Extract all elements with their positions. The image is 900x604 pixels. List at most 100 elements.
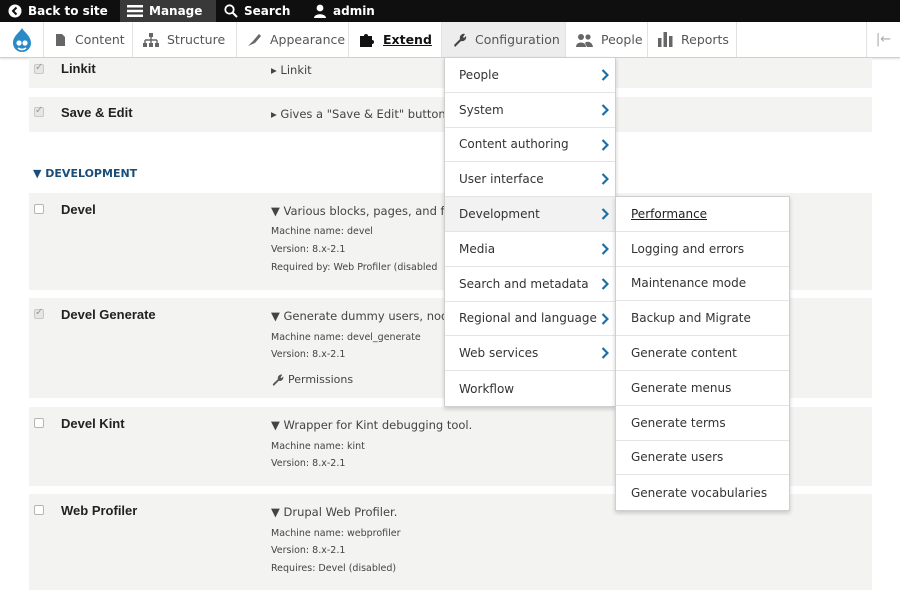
chevron-right-icon [601,69,609,81]
dev-menu-item[interactable]: Generate content [616,336,789,371]
dev-menu-item[interactable]: Generate users [616,441,789,476]
tray-extend[interactable]: Extend [349,22,442,57]
chevron-right-icon [601,173,609,186]
tray-extend-label: Extend [383,32,432,47]
tray-people[interactable]: People [566,22,648,57]
menu-item-label: People [459,67,499,82]
search-icon [224,4,238,18]
chevron-right-icon [601,312,609,325]
tray-content[interactable]: Content [44,22,133,57]
manage-tray: Content Structure Appearance Extend Conf… [0,22,900,58]
module-description-toggle[interactable]: ▼ Various blocks, pages, and fu [271,204,452,218]
dev-menu-item[interactable]: Logging and errors [616,232,789,267]
menu-item-label: Maintenance mode [631,276,747,291]
menu-icon [127,5,143,17]
menu-item-label: Performance [631,206,708,221]
package-group-toggle[interactable]: ▼ DEVELOPMENT [33,167,137,180]
manage-tab[interactable]: Manage [120,0,216,22]
module-name: Devel Kint [61,416,125,431]
machine-name: Machine name: webprofiler [271,528,401,539]
tray-collapse-button[interactable]: |← [866,22,900,57]
module-checkbox[interactable] [34,105,44,117]
config-menu-item[interactable]: Workflow [445,371,615,406]
permissions-link[interactable]: Permissions [271,373,353,386]
config-menu-item[interactable]: Web services [445,336,615,372]
machine-name: Machine name: devel [271,226,373,237]
menu-item-label: Content authoring [459,137,569,152]
collapse-arrow-icon: |← [875,32,892,47]
chevron-right-icon [601,243,609,255]
dev-menu-item[interactable]: Generate vocabularies [616,475,789,510]
menu-item-label: Media [459,241,496,256]
chevron-right-icon [601,104,609,116]
module-requires: Requires: Devel (disabled) [271,563,397,574]
menu-item-label: Generate vocabularies [631,485,768,500]
dev-menu-item-performance[interactable]: Performance [616,197,789,232]
people-icon [576,33,593,47]
module-description-toggle[interactable]: ▸ Linkit [271,63,312,77]
menu-item-label: System [459,102,504,117]
module-version: Version: 8.x-2.1 [271,458,346,469]
tray-reports[interactable]: Reports [648,22,737,57]
tray-structure-label: Structure [167,32,226,47]
config-menu-item[interactable]: Search and metadata [445,267,615,302]
back-to-site-label: Back to site [28,4,108,18]
chevron-right-icon [601,347,609,360]
menu-item-label: Logging and errors [631,241,745,256]
module-checkbox[interactable] [34,505,44,515]
menu-item-label: Regional and language [459,311,597,326]
module-description-toggle[interactable]: ▼ Wrapper for Kint debugging tool. [271,418,472,432]
module-name: Web Profiler [61,503,138,518]
config-menu-item[interactable]: Media [445,232,615,267]
module-required-by: Required by: Web Profiler (disabled [271,262,438,273]
menu-item-label: Generate content [631,346,737,361]
drupal-logo[interactable] [0,22,44,57]
tray-structure[interactable]: Structure [133,22,237,57]
module-name: Linkit [61,61,96,76]
tray-reports-label: Reports [681,32,729,47]
config-menu-item-development[interactable]: Development [445,197,615,232]
tray-people-label: People [601,32,643,47]
dev-menu-item[interactable]: Generate terms [616,406,789,441]
machine-name: Machine name: kint [271,441,365,452]
module-checkbox[interactable] [34,62,44,74]
menu-item-label: Backup and Migrate [631,311,751,326]
sitemap-icon [143,32,159,47]
tray-appearance-label: Appearance [270,32,346,47]
chevron-right-icon [601,208,609,220]
dev-menu-item[interactable]: Backup and Migrate [616,301,789,337]
user-tab[interactable]: admin [313,0,375,22]
menu-item-label: Web services [459,346,539,361]
module-version: Version: 8.x-2.1 [271,545,346,556]
config-menu-item[interactable]: User interface [445,162,615,198]
back-to-site-link[interactable]: Back to site [8,0,108,22]
dev-menu-item[interactable]: Generate menus [616,371,789,406]
development-submenu: Performance Logging and errors Maintenan… [615,196,790,512]
module-description-toggle[interactable]: ▸ Gives a "Save & Edit" button c [271,107,456,121]
configuration-menu: People System Content authoring User int… [444,57,616,407]
module-description-toggle[interactable]: ▼ Drupal Web Profiler. [271,505,397,519]
module-description-toggle[interactable]: ▼ Generate dummy users, node [271,309,455,323]
tray-content-label: Content [75,32,125,47]
menu-item-label: Generate menus [631,380,732,395]
config-menu-item[interactable]: Regional and language [445,302,615,337]
config-menu-item[interactable]: Content authoring [445,128,615,163]
admin-toolbar: Back to site Manage Search admin [0,0,900,22]
chevron-right-icon [601,278,609,290]
module-checkbox[interactable] [34,307,44,319]
config-menu-item[interactable]: System [445,93,615,128]
menu-item-label: Development [459,207,540,222]
module-name: Devel [61,202,96,217]
tray-appearance[interactable]: Appearance [237,22,349,57]
permissions-label: Permissions [288,373,354,386]
bar-chart-icon [658,32,673,47]
search-tab[interactable]: Search [224,0,290,22]
module-checkbox[interactable] [34,204,44,214]
wrench-icon [272,374,284,386]
config-menu-item[interactable]: People [445,58,615,93]
dev-menu-item[interactable]: Maintenance mode [616,267,789,302]
tray-configuration[interactable]: Configuration [442,22,566,57]
wrench-icon [454,33,467,47]
module-checkbox[interactable] [34,418,44,428]
module-name: Devel Generate [61,307,156,322]
